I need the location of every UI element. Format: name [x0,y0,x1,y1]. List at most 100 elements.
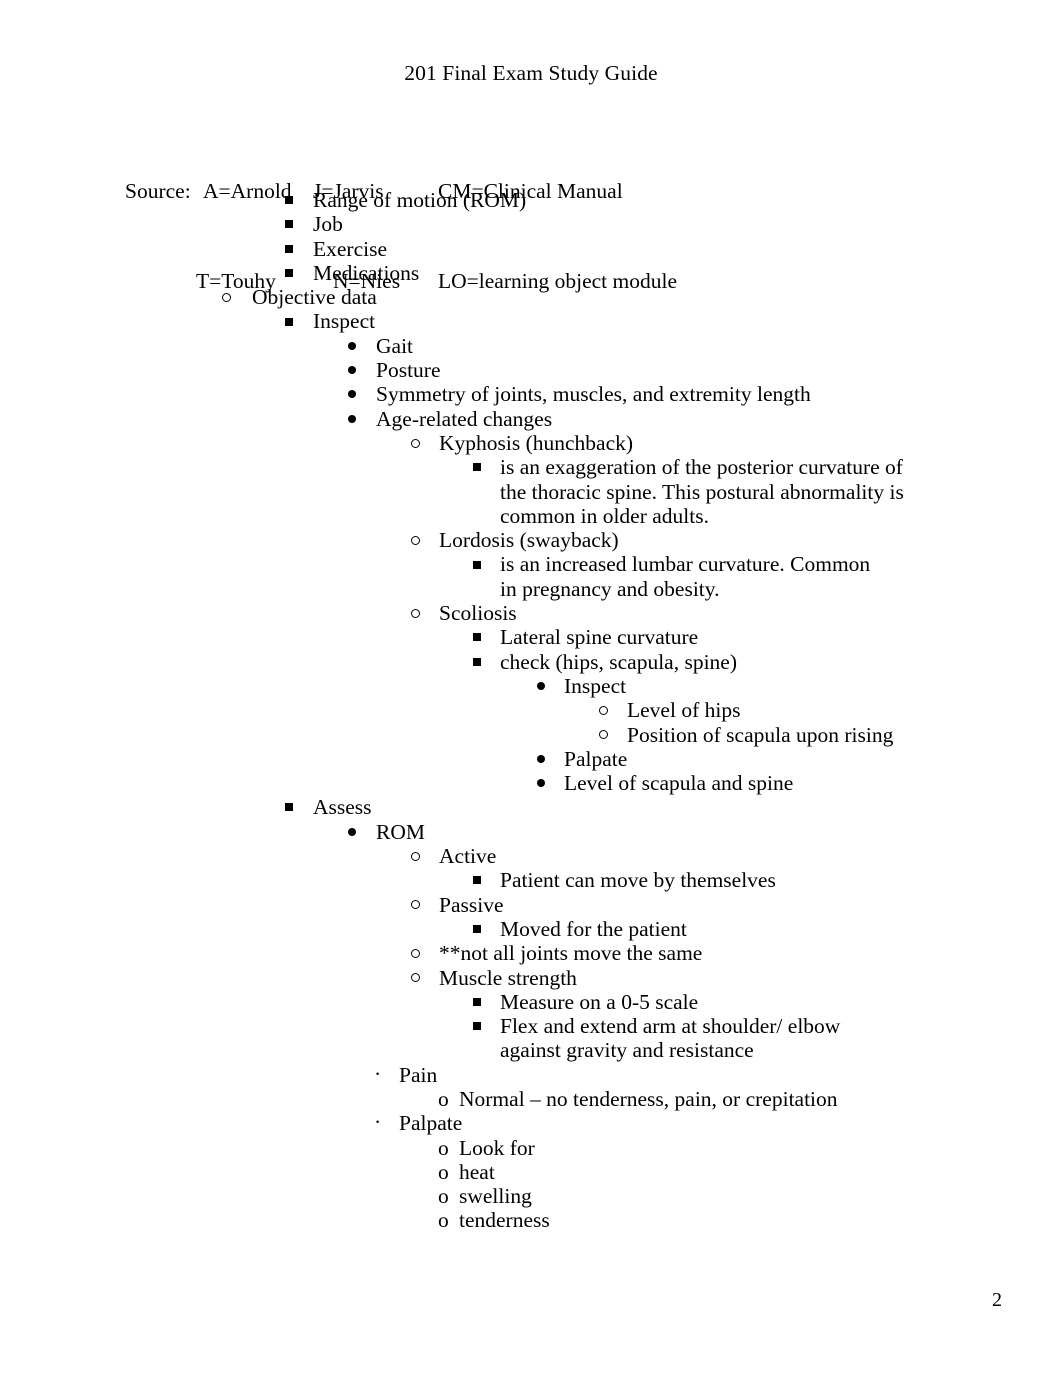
circle-bullet-icon [411,608,420,618]
outline-item-scoliosis-palpate: Palpate [0,747,1062,771]
square-bullet-icon [473,560,481,569]
bullet-ring [411,528,420,552]
outline-item-label: Job [313,212,343,237]
disc-bullet-icon [537,754,545,763]
outline-item-pain: · Pain [0,1062,1062,1087]
outline-item-label: Lordosis (swayback) [439,528,619,553]
circle-bullet-icon [411,900,420,910]
outline-item-exercise: Exercise [0,237,1062,261]
outline-item-label: Level of hips [627,698,741,723]
outline-item-label: tenderness [459,1208,550,1233]
circle-bullet-icon [222,292,231,302]
disc-bullet-icon [348,827,356,836]
outline-item-kyphosis: Kyphosis (hunchback) [0,431,1062,455]
outline-item-label: Assess [313,795,372,820]
bullet-square [473,917,481,941]
outline-item-label: Posture [376,358,441,383]
outline-item-palpate: · Palpate [0,1110,1062,1135]
bullet-ring [411,601,420,625]
square-bullet-icon [473,633,481,642]
outline-item-kyphosis-definition: is an exaggeration of the posterior curv… [0,455,1062,528]
disc-bullet-icon [348,366,356,375]
outline-item-lateral-spine-curvature: Lateral spine curvature [0,625,1062,649]
outline-item-label: **not all joints move the same [439,941,703,966]
circle-bullet-icon [599,705,608,715]
outline-item-label: Age-related changes [376,406,553,431]
bullet-square [285,309,293,333]
outline-item-label: Pain [399,1062,438,1087]
bullet-disc [348,358,356,382]
outline-item-muscle-strength: Muscle strength [0,966,1062,990]
outline-item-pain-normal: o Normal – no tenderness, pain, or crepit… [0,1087,1062,1111]
bullet-square [285,795,293,819]
bullet-o-text: o [438,1184,449,1208]
outline-item-label: Kyphosis (hunchback) [439,430,634,455]
square-bullet-icon [285,220,293,229]
circle-bullet-icon [411,438,420,448]
middot-bullet-icon: · [374,1110,382,1135]
bullet-disc [537,674,545,698]
page-number: 2 [992,1289,1002,1311]
outline-list: Range of motion (ROM) Job Exercise Medicati… [0,188,1062,1233]
outline-item-label: Palpate [564,746,628,771]
square-bullet-icon [285,196,293,205]
outline-item-palpate-look-for: o Look for [0,1136,1062,1160]
bullet-ring [411,893,420,917]
outline-item-assess: Assess [0,795,1062,819]
outline-item-label: heat [459,1159,495,1184]
outline-item-label: Passive [439,892,504,917]
outline-item-label: Objective data [252,285,377,310]
outline-item-label: Measure on a 0-5 scale [500,989,699,1014]
outline-item-flex-extend-arm: Flex and extend arm at shoulder/ elbow a… [0,1014,1062,1063]
circle-bullet-icon [599,730,608,740]
bullet-ring [411,941,420,965]
disc-bullet-icon [348,341,356,350]
outline-item-label: Scoliosis [439,601,517,626]
outline-item-job: Job [0,212,1062,236]
outline-item-active-detail: Patient can move by themselves [0,868,1062,892]
bullet-o-text: o [438,1160,449,1184]
square-bullet-icon [473,997,481,1006]
outline-item-label: Active [439,844,497,869]
outline-item-label: Exercise [313,236,388,261]
outline-item-level-of-hips: Level of hips [0,698,1062,722]
o-bullet-icon: o [438,1159,449,1184]
page-title: 201 Final Exam Study Guide [404,61,658,85]
outline-item-label: Moved for the patient [500,916,687,941]
outline-item-objective-data: Objective data [0,285,1062,309]
bullet-ring [411,844,420,868]
bullet-ring [411,431,420,455]
outline-item-range-of-motion: Range of motion (ROM) [0,188,1062,212]
bullet-square [285,212,293,236]
outline-item-label: Normal – no tenderness, pain, or crepita… [459,1086,838,1111]
square-bullet-icon [473,463,481,472]
outline-item-label: Gait [376,333,414,358]
bullet-o-text: o [438,1087,449,1111]
bullet-square [285,261,293,285]
bullet-square [473,868,481,892]
o-bullet-icon: o [438,1208,449,1233]
outline-item-passive-detail: Moved for the patient [0,917,1062,941]
outline-item-age-related-changes: Age-related changes [0,407,1062,431]
outline-item-inspect: Inspect [0,309,1062,333]
disc-bullet-icon [537,779,545,788]
bullet-ring [599,698,608,722]
bullet-square [285,237,293,261]
bullet-ring [411,966,420,990]
circle-bullet-icon [411,851,420,861]
square-bullet-icon [473,1022,481,1031]
outline-item-not-all-joints: **not all joints move the same [0,941,1062,965]
outline-item-symmetry: Symmetry of joints, muscles, and extremi… [0,382,1062,406]
outline-item-label: ROM [376,819,425,844]
outline-item-medications: Medications [0,261,1062,285]
outline-item-label: Lateral spine curvature [500,625,699,650]
bullet-disc [537,747,545,771]
bullet-square [473,990,481,1014]
outline-item-label: Inspect [313,309,376,334]
bullet-square [473,1014,481,1038]
outline-item-position-of-scapula: Position of scapula upon rising [0,723,1062,747]
square-bullet-icon [473,657,481,666]
outline-item-level-of-scapula-and-spine: Level of scapula and spine [0,771,1062,795]
square-bullet-icon [285,244,293,253]
outline-item-palpate-tenderness: o tenderness [0,1208,1062,1232]
